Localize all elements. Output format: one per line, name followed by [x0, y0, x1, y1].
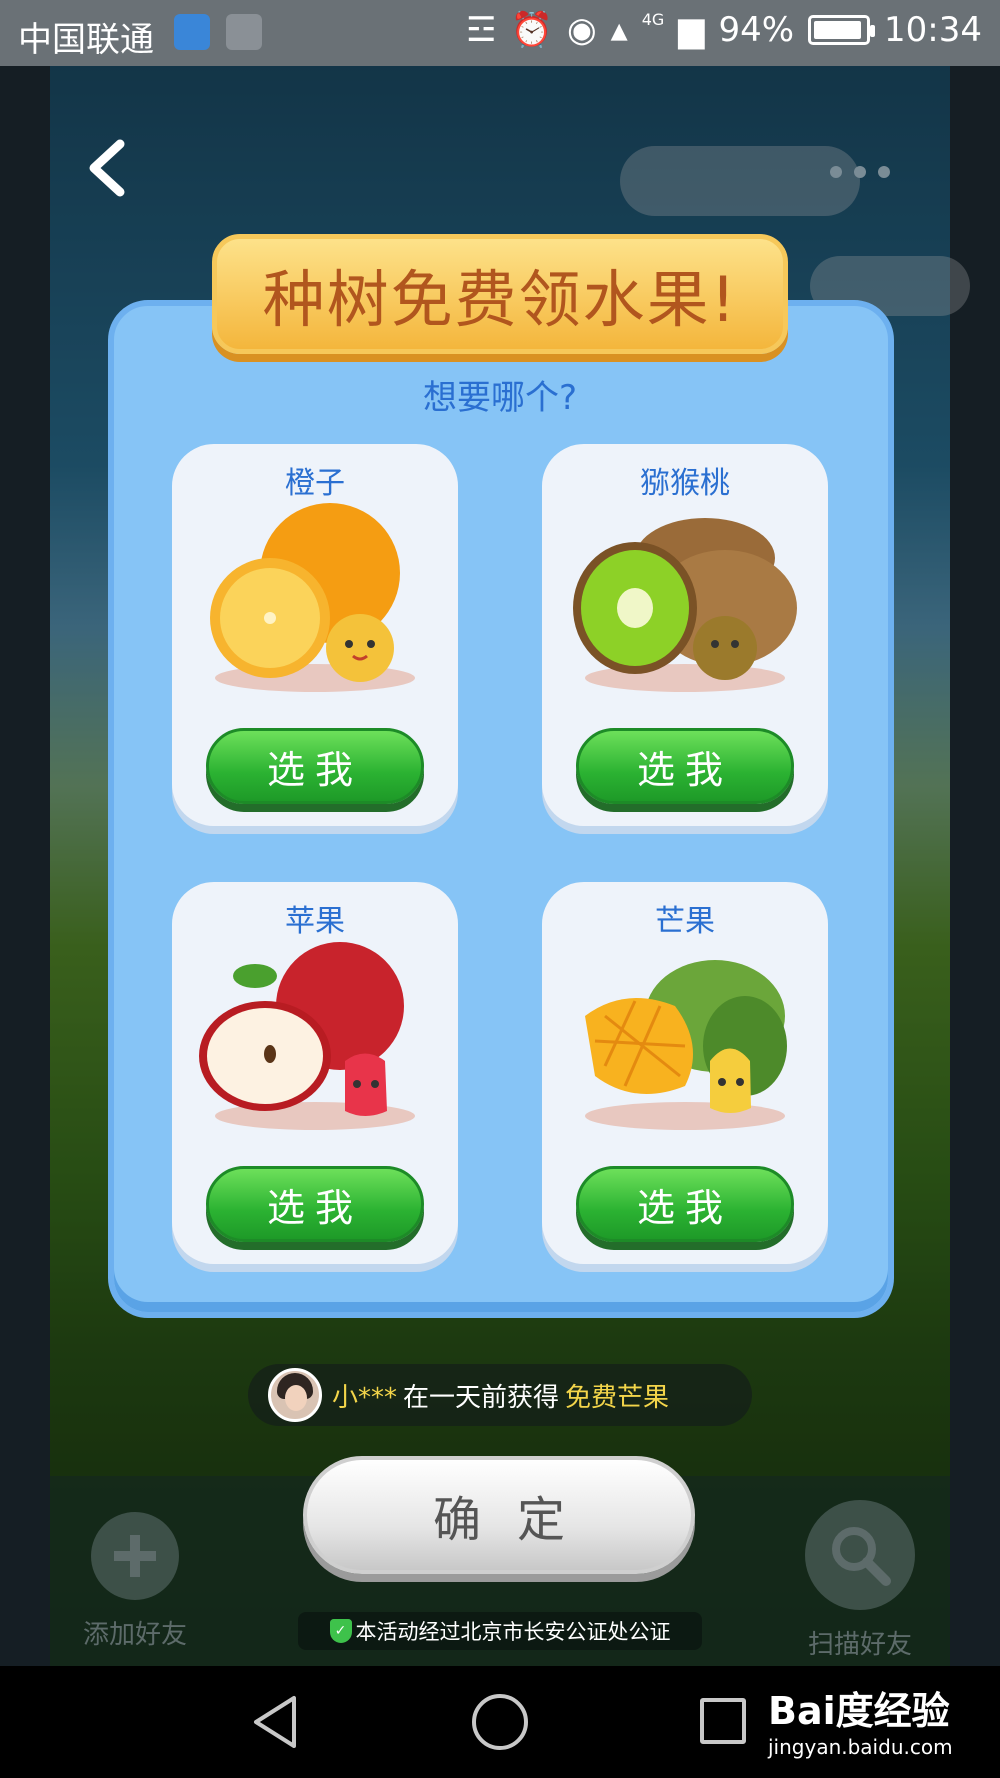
select-kiwi-button[interactable]: 选我	[576, 728, 794, 804]
select-apple-button[interactable]: 选我	[206, 1166, 424, 1242]
notary-text: 本活动经过北京市长安公证处公证	[355, 1620, 671, 1644]
avatar	[268, 1368, 322, 1422]
mango-illustration	[585, 960, 787, 1130]
fruit-card-kiwi: 猕猴桃 选我	[542, 444, 828, 826]
health-app-icon	[174, 14, 210, 50]
network-type: 4G	[641, 10, 665, 29]
eye-comfort-icon: ◉	[566, 10, 597, 50]
nav-recent-apps-icon[interactable]	[700, 1698, 746, 1744]
fruit-name: 猕猴桃	[640, 466, 730, 501]
nav-home-icon[interactable]	[472, 1694, 528, 1750]
battery-fill	[814, 21, 862, 39]
clock: 10:34	[884, 10, 982, 50]
title-banner: 种树免费领水果!	[212, 234, 788, 354]
status-bar: 中国联通 ☲ ⏰ ◉ ▴ 4G ▆ 94% 10:34	[0, 0, 1000, 66]
battery-icon	[808, 15, 876, 45]
nav-back-icon[interactable]	[250, 1694, 300, 1750]
watermark-url: jingyan.baidu.com	[768, 1735, 953, 1759]
fruit-name: 橙子	[285, 466, 345, 501]
baidu-jingyan-watermark: Bai度经验 jingyan.baidu.com	[768, 1680, 953, 1759]
plus-icon	[91, 1512, 179, 1600]
orange-illustration	[210, 503, 415, 692]
watermark-brand: Bai度经验	[768, 1689, 950, 1733]
vibrate-icon: ☲	[466, 10, 497, 50]
fruit-name: 苹果	[285, 904, 345, 939]
navigation-bar: Bai度经验 jingyan.baidu.com	[0, 1666, 1000, 1778]
back-arrow-icon[interactable]	[82, 138, 132, 198]
apple-illustration	[199, 942, 415, 1130]
panel-subtitle: 想要哪个?	[422, 378, 578, 418]
notary-notice: ✓ 本活动经过北京市长安公证处公证	[298, 1612, 702, 1650]
winner-message: 在一天前获得	[403, 1382, 560, 1413]
fruit-name: 芒果	[655, 904, 715, 939]
banner-title: 种树免费领水果!	[262, 263, 738, 336]
select-mango-button[interactable]: 选我	[576, 1166, 794, 1242]
winner-prize: 免费芒果	[565, 1382, 670, 1413]
fruit-card-mango: 芒果 选我	[542, 882, 828, 1264]
scan-friend-label: 扫描好友	[807, 1630, 912, 1660]
signal-icon: ▆	[678, 10, 705, 50]
winner-ticker: 小*** 在一天前获得 免费芒果	[248, 1364, 752, 1426]
add-friend-label: 添加好友	[82, 1620, 187, 1650]
kiwi-illustration	[573, 518, 797, 692]
wifi-icon: ▴	[610, 10, 628, 50]
search-icon	[805, 1500, 915, 1610]
gallery-notification-icon	[226, 14, 262, 50]
confirm-button[interactable]: 确定	[303, 1456, 695, 1574]
battery-percent: 94%	[718, 10, 795, 50]
shield-check-icon: ✓	[329, 1619, 352, 1643]
add-friend-button[interactable]: 添加好友	[60, 1512, 210, 1651]
scan-friend-button[interactable]: 扫描好友	[785, 1500, 935, 1661]
select-orange-button[interactable]: 选我	[206, 728, 424, 804]
alarm-icon: ⏰	[510, 10, 553, 50]
fruit-card-apple: 苹果 选我	[172, 882, 458, 1264]
fruit-card-orange: 橙子 选我	[172, 444, 458, 826]
carrier-name: 中国联通	[18, 20, 154, 60]
more-menu-icon[interactable]	[830, 166, 890, 178]
winner-username: 小***	[332, 1382, 398, 1413]
